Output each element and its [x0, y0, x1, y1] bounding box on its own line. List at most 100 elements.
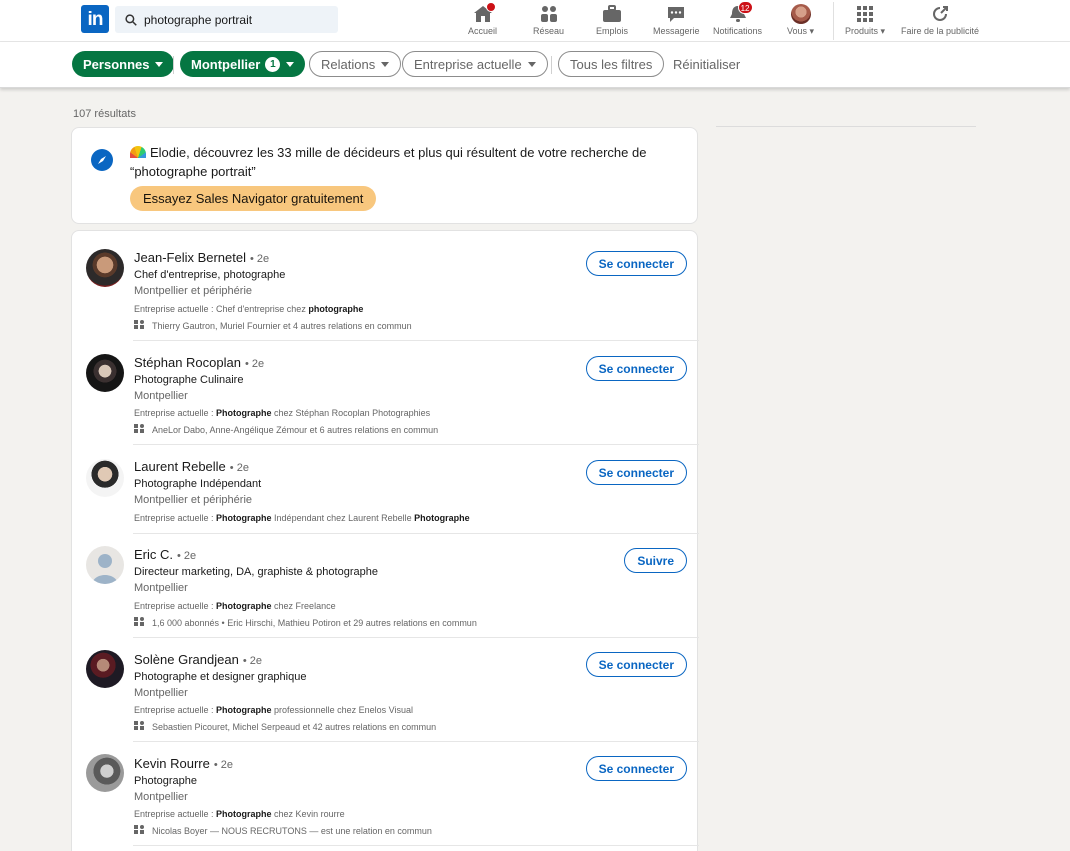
chevron-down-icon: ▾: [809, 26, 815, 36]
nav-network[interactable]: Réseau: [533, 3, 564, 36]
right-rail-divider: [716, 126, 976, 127]
mutual-connections-icon: [134, 424, 144, 435]
avatar: [790, 4, 811, 24]
mutual-connections[interactable]: Nicolas Boyer — NOUS RECRUTONS — est une…: [152, 826, 432, 836]
filter-label: Relations: [321, 56, 376, 72]
person-headline: Photographe Culinaire: [134, 374, 244, 386]
connection-degree: • 2e: [250, 253, 270, 265]
sales-navigator-promo: Elodie, découvrez les 33 mille de décide…: [71, 127, 698, 224]
current-position-detail: Chef d'entreprise chez photographe: [216, 304, 364, 314]
nav-me[interactable]: Vous ▾: [787, 3, 814, 37]
avatar[interactable]: [86, 459, 124, 497]
person-name[interactable]: Eric C.: [134, 547, 173, 562]
person-name[interactable]: Kevin Rourre: [134, 756, 210, 771]
notification-count-badge: 12: [737, 1, 753, 14]
mutual-connections[interactable]: 1,6 000 abonnés • Eric Hirschi, Mathieu …: [152, 618, 477, 628]
current-position-label: Entreprise actuelle :: [134, 408, 217, 418]
filter-label: Personnes: [83, 56, 150, 72]
filter-personnes[interactable]: Personnes: [72, 51, 175, 77]
network-icon: [538, 3, 560, 25]
connection-degree: • 2e: [213, 759, 234, 771]
avatar[interactable]: [86, 546, 124, 584]
advertise-icon: [929, 3, 951, 25]
caret-down-icon: [381, 61, 390, 67]
grid-icon: [854, 3, 876, 25]
list-item: Jean-Felix Bernetel • 2e Chef d'entrepris…: [72, 231, 699, 341]
current-position-detail: Photographe chez Kevin rourre: [216, 809, 345, 819]
filter-label: Entreprise actuelle: [414, 56, 522, 72]
nav-jobs[interactable]: Emplois: [596, 3, 628, 36]
current-position-label: Entreprise actuelle :: [134, 304, 217, 314]
person-location: Montpellier: [134, 390, 188, 402]
follow-button[interactable]: Suivre: [624, 548, 687, 573]
avatar[interactable]: [86, 650, 124, 688]
person-name[interactable]: Laurent Rebelle: [134, 459, 226, 474]
filter-divider: [173, 56, 174, 74]
avatar[interactable]: [86, 249, 124, 287]
person-location: Montpellier: [134, 582, 188, 594]
person-headline: Photographe et designer graphique: [134, 671, 307, 683]
filter-divider: [551, 56, 552, 74]
person-location: Montpellier: [134, 687, 188, 699]
notification-dot: [485, 2, 496, 12]
current-position: Entreprise actuelle : Photographe chez K…: [134, 809, 345, 819]
caret-down-icon: [155, 61, 164, 67]
nav-label: Messagerie: [653, 26, 700, 36]
mutual-connections[interactable]: AneLor Dabo, Anne-Angélique Zémour et 6 …: [152, 425, 438, 435]
nav-notifications[interactable]: 12 Notifications: [713, 1, 762, 36]
connect-button[interactable]: Se connecter: [585, 756, 687, 781]
message-icon: [665, 3, 687, 25]
nav-divider: [833, 2, 834, 40]
current-position: Entreprise actuelle : Photographe chez F…: [134, 601, 336, 611]
caret-down-icon: [527, 61, 536, 67]
person-location: Montpellier et périphérie: [134, 494, 253, 506]
mutual-connections[interactable]: Sebastien Picouret, Michel Serpeaud et 4…: [152, 722, 436, 732]
mutual-connections-icon: [134, 825, 144, 836]
connection-degree: • 2e: [242, 655, 262, 667]
mutual-connections[interactable]: Thierry Gautron, Muriel Fournier et 4 au…: [152, 321, 412, 331]
current-position-label: Entreprise actuelle :: [134, 809, 217, 819]
person-name[interactable]: Jean-Felix Bernetel: [134, 250, 246, 265]
current-position-label: Entreprise actuelle :: [134, 513, 217, 523]
nav-label: Réseau: [533, 26, 565, 36]
all-filters-button[interactable]: Tous les filtres: [558, 51, 665, 77]
connect-button[interactable]: Se connecter: [585, 652, 687, 677]
current-position: Entreprise actuelle : Chef d'entreprise …: [134, 304, 363, 314]
filter-montpellier[interactable]: Montpellier 1: [180, 51, 306, 77]
filter-relations[interactable]: Relations: [309, 51, 402, 77]
search-input[interactable]: [144, 12, 324, 27]
search-icon: [125, 13, 137, 26]
nav-home[interactable]: Accueil: [468, 2, 498, 36]
person-name[interactable]: Solène Grandjean: [134, 652, 239, 667]
search-bar[interactable]: [115, 6, 338, 33]
connection-degree: • 2e: [229, 462, 249, 474]
try-sales-navigator-button[interactable]: Essayez Sales Navigator gratuitement: [130, 186, 377, 211]
results-count: 107 résultats: [73, 108, 136, 120]
current-position: Entreprise actuelle : Photographe chez S…: [134, 408, 430, 418]
nav-products[interactable]: Produits ▾: [845, 3, 885, 37]
avatar[interactable]: [86, 354, 124, 392]
reset-button[interactable]: Réinitialiser: [673, 57, 740, 72]
rainbow-icon: [130, 146, 146, 158]
list-item: Solène Grandjean • 2e Photographe et desi…: [72, 638, 699, 742]
nav-label: Produits: [845, 26, 879, 36]
linkedin-logo[interactable]: in: [81, 5, 109, 33]
filter-entreprise[interactable]: Entreprise actuelle: [402, 51, 548, 77]
nav-label: Faire de la publicité: [901, 26, 980, 36]
avatar[interactable]: [86, 754, 124, 792]
nav-advertise[interactable]: Faire de la publicité: [901, 3, 979, 36]
current-position-detail: Photographe chez Freelance: [216, 601, 336, 611]
chevron-down-icon: ▾: [880, 26, 886, 36]
search-results-list: Jean-Felix Bernetel • 2e Chef d'entrepris…: [71, 230, 699, 851]
connect-button[interactable]: Se connecter: [585, 356, 687, 381]
mutual-connections-icon: [134, 320, 144, 331]
person-name[interactable]: Stéphan Rocoplan: [134, 355, 241, 370]
current-position-detail: Photographe chez Stéphan Rocoplan Photog…: [216, 408, 431, 418]
nav-label: Accueil: [468, 26, 498, 36]
mutual-connections-icon: [134, 721, 144, 732]
connect-button[interactable]: Se connecter: [585, 460, 687, 485]
promo-message: Elodie, découvrez les 33 mille de décide…: [130, 145, 647, 179]
person-location: Montpellier et périphérie: [134, 285, 253, 297]
connect-button[interactable]: Se connecter: [585, 251, 687, 276]
nav-messaging[interactable]: Messagerie: [653, 3, 700, 36]
